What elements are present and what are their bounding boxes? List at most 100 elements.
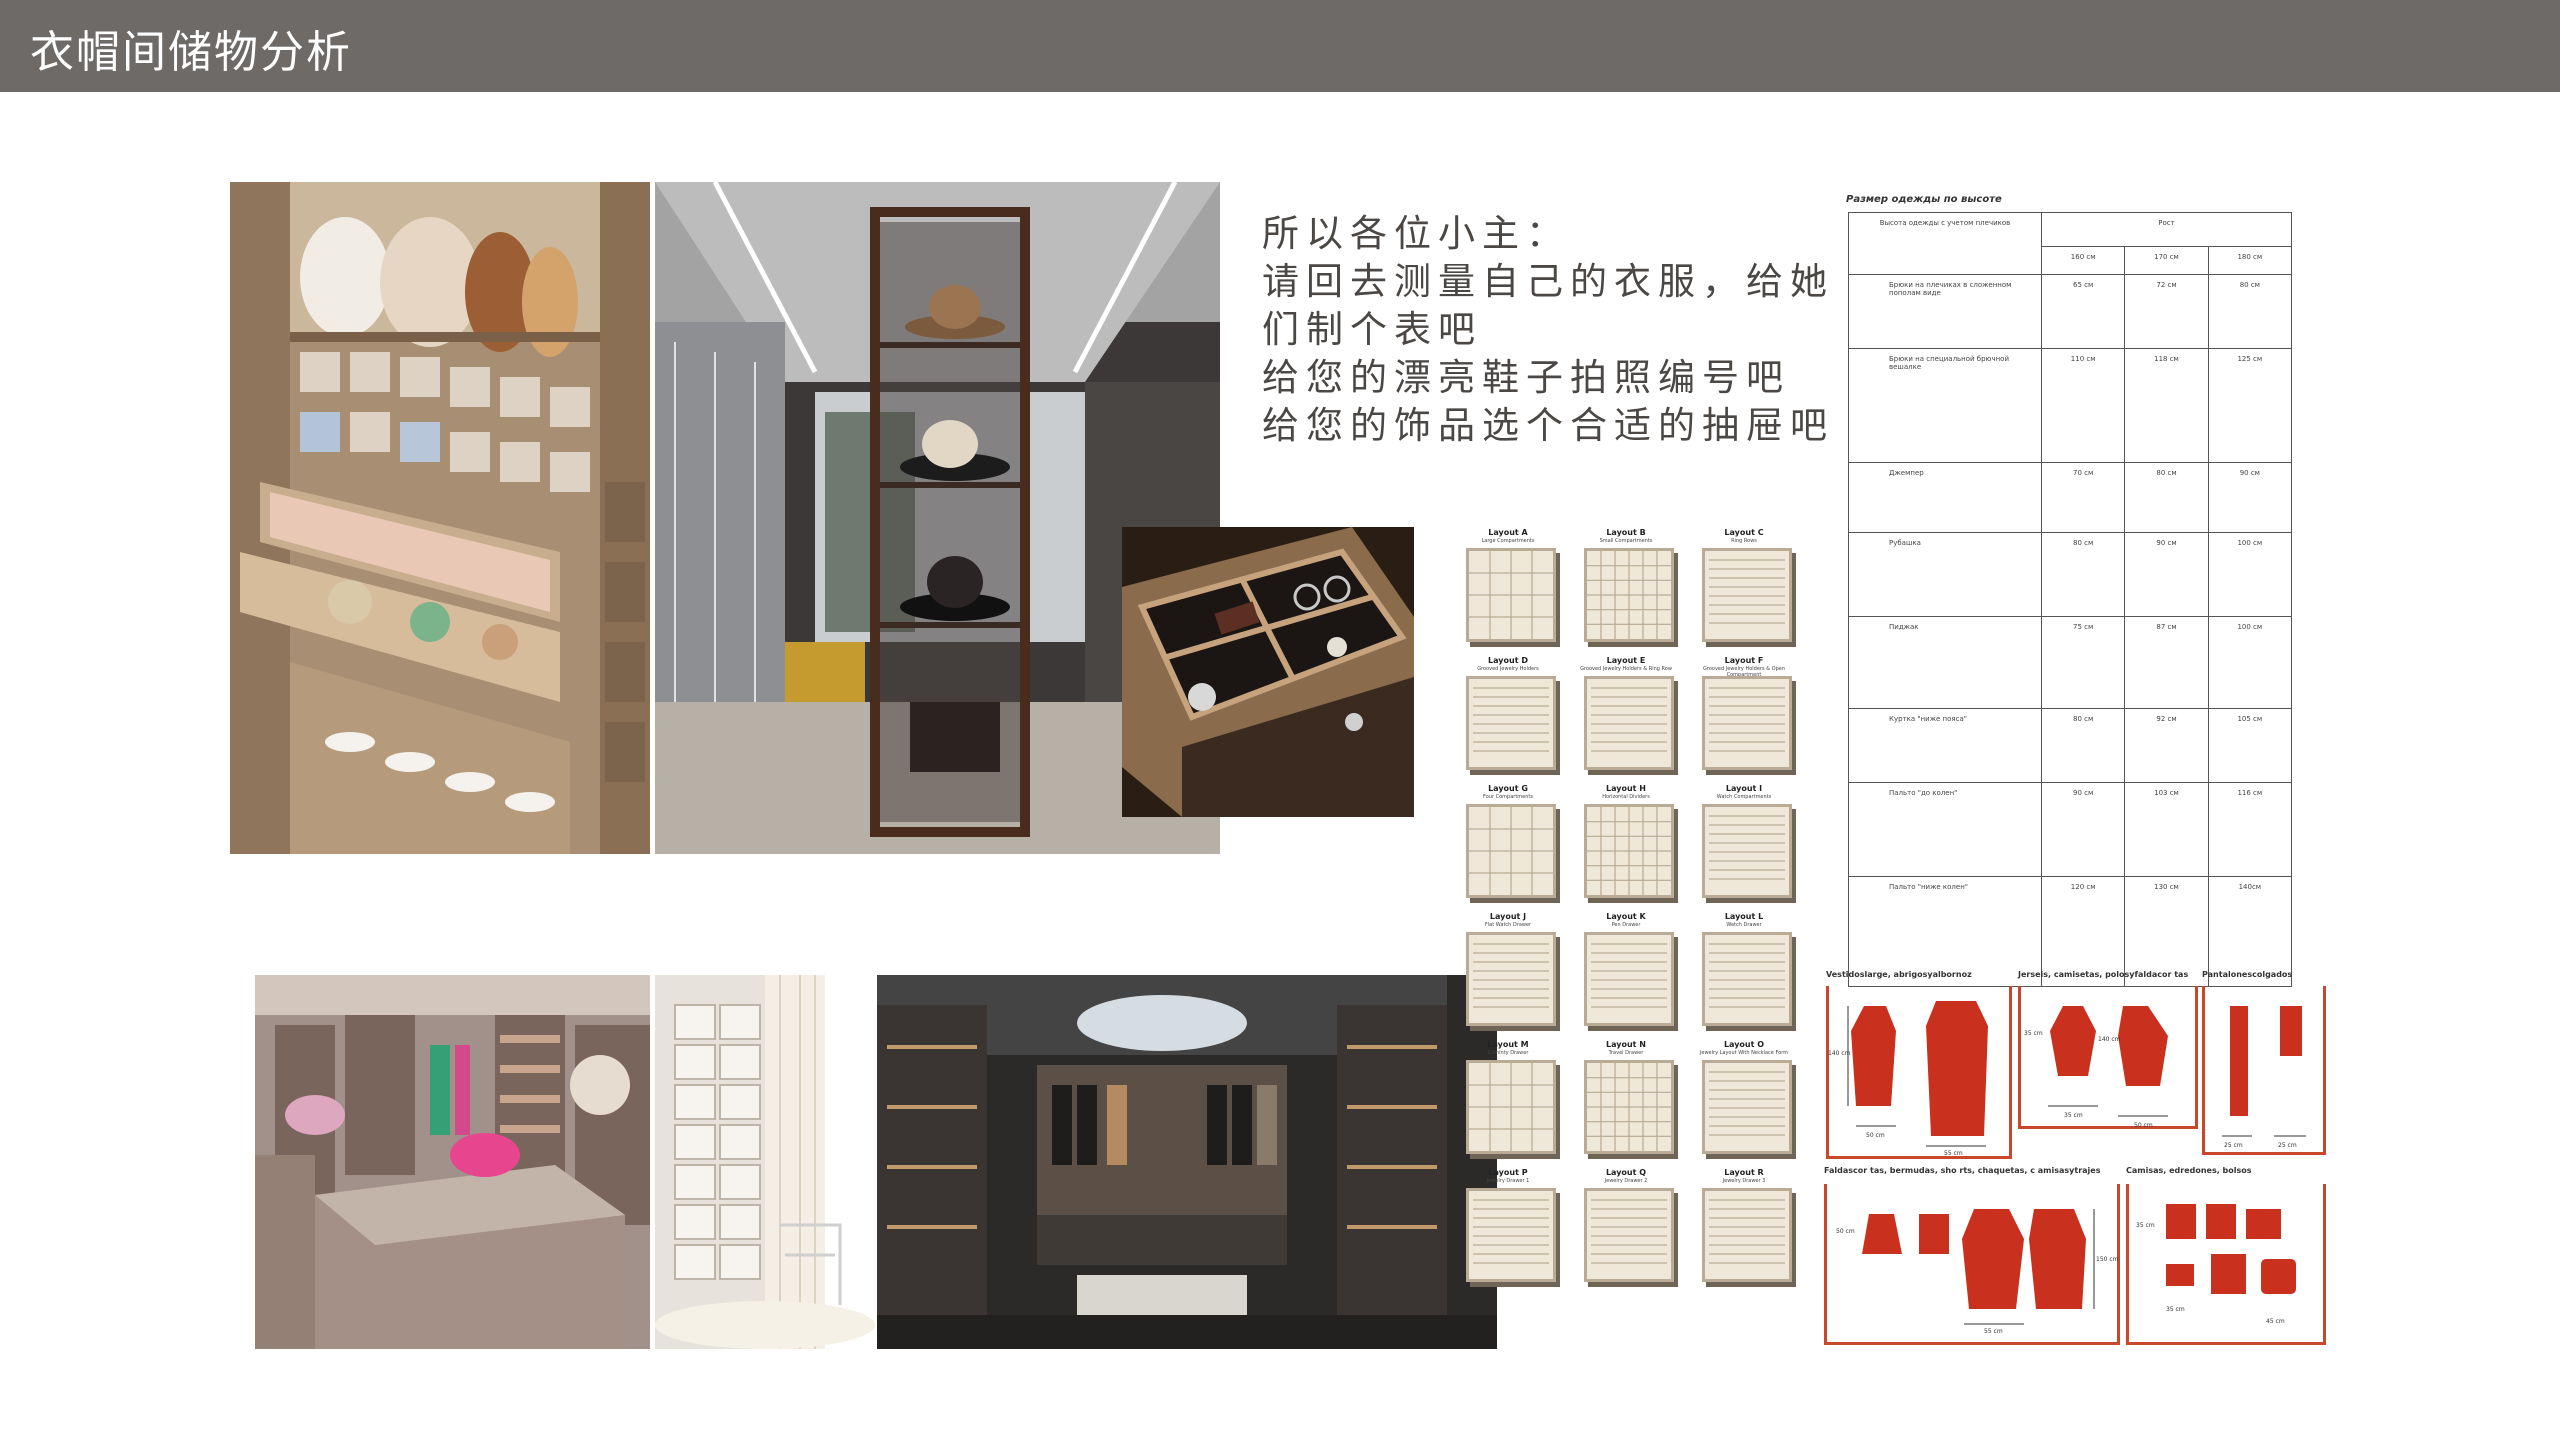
drawer-tray-illustration [1702, 804, 1792, 898]
tee-shape [2118, 1006, 2168, 1086]
skirt-shape [1862, 1214, 1902, 1254]
jacket-shape [1962, 1209, 2024, 1309]
size-value: 65 см [2040, 274, 2126, 349]
height-value: 160 см [2040, 246, 2126, 275]
drawer-layout-card: Layout Q Jewelry Drawer 2 [1570, 1168, 1682, 1292]
drawer-layout-desc: Grooved Jewelry Holders [1477, 666, 1539, 672]
drawer-tray-illustration [1584, 1060, 1674, 1154]
size-value: 118 см [2124, 348, 2209, 463]
garment-name: Джемпер [1848, 462, 2042, 533]
size-value: 80 см [2040, 532, 2126, 617]
drawer-layout-label: Layout E [1606, 656, 1646, 665]
garment-name: Рубашка [1848, 532, 2042, 617]
table-row: Джемпер 70 см 80 см 90 см [1848, 462, 2293, 533]
folded-item-shape [2166, 1264, 2194, 1286]
panel-title: Vestidoslarge, abrigosyalbornoz [1826, 970, 1972, 979]
shorts-shape [1919, 1214, 1949, 1254]
drawer-layout-label: Layout O [1723, 1040, 1765, 1049]
instruction-note: 所以各位小主： 请回去测量自己的衣服，给她 们制个表吧 给您的漂亮鞋子拍照编号吧… [1262, 210, 1834, 450]
drawer-layout-card: Layout C Ring Rows [1688, 528, 1800, 652]
height-value: 180 см [2207, 246, 2293, 275]
size-value: 125 см [2207, 348, 2293, 463]
clothing-size-table: Размер одежды по высоте Высота одежды с … [1840, 190, 2300, 987]
dimension-label: 45 cm [2266, 1318, 2285, 1325]
height-header: Рост [2041, 212, 2292, 247]
table-row: Пиджак 75 см 87 см 100 см [1848, 616, 2293, 709]
drawer-layout-card: Layout N Travel Drawer [1570, 1040, 1682, 1164]
drawer-layout-card: Layout L Watch Drawer [1688, 912, 1800, 1036]
dimension-label: 140 cm [1828, 1050, 1851, 1057]
drawer-layout-card: Layout A Large Compartments [1452, 528, 1564, 652]
dress-shape [1851, 1006, 1896, 1106]
size-value: 80 см [2207, 274, 2293, 349]
size-value: 80 см [2040, 708, 2126, 783]
drawer-layout-desc: Four Compartments [1483, 794, 1533, 800]
drawer-tray-illustration [1466, 804, 1556, 898]
drawer-layout-label: Layout J [1489, 912, 1527, 921]
garment-panel-dresses: Vestidoslarge, abrigosyalbornoz 140 cm 5… [1826, 970, 2012, 1160]
drawer-layout-desc: Ring Rows [1731, 538, 1757, 544]
note-line: 请回去测量自己的衣服，给她 [1262, 260, 1834, 303]
dimension-label: 50 cm [1836, 1228, 1855, 1235]
dimension-label: 140 cm [2098, 1036, 2121, 1043]
header-bar: 衣帽间储物分析 [0, 0, 2560, 92]
drawer-layout-desc: Pen Drawer [1611, 922, 1641, 928]
size-value: 80 см [2124, 462, 2209, 533]
table-row: Рубашка 80 см 90 см 100 см [1848, 532, 2293, 617]
garment-panel-jerseys: Jerseis, camisetas, polosyfaldacor tas 3… [2018, 970, 2198, 1160]
drawer-tray-illustration [1702, 1188, 1792, 1282]
drawer-layout-label: Layout L [1724, 912, 1764, 921]
drawer-tray-illustration [1584, 932, 1674, 1026]
trouser-short-shape [2280, 1006, 2302, 1056]
drawer-layout-card: Layout F Grooved Jewelry Holders & Open C… [1688, 656, 1800, 780]
drawer-layout-desc: Horizontal Dividers [1602, 794, 1650, 800]
drawer-layout-desc: Jewelry Drawer 2 [1604, 1178, 1648, 1184]
garment-panel-skirts-jackets: Faldascor tas, bermudas, sho rts, chaque… [1824, 1166, 2124, 1346]
size-value: 110 см [2040, 348, 2126, 463]
dimension-label: 150 cm [2096, 1256, 2119, 1263]
drawer-layout-label: Layout P [1488, 1168, 1528, 1177]
drawer-layout-desc: Small Compartments [1599, 538, 1653, 544]
drawer-layout-label: Layout K [1606, 912, 1646, 921]
drawer-tray-illustration [1584, 1188, 1674, 1282]
photo-dark-walkin-closet [877, 975, 1497, 1349]
table-row: Пальто "до колен" 90 см 103 см 116 см [1848, 782, 2293, 877]
garment-panel-trousers: Pantalonescolgados 25 cm 25 cm [2202, 970, 2326, 1160]
drawer-layout-desc: Travel Drawer [1608, 1050, 1644, 1056]
drawer-layout-label: Layout Q [1605, 1168, 1647, 1177]
drawer-layout-card: Layout J Flat Watch Drawer [1452, 912, 1564, 1036]
drawer-layout-desc: Flat Watch Drawer [1484, 922, 1532, 928]
drawer-layout-label: Layout M [1487, 1040, 1529, 1049]
drawer-layout-card: Layout M Cuminty Drawer [1452, 1040, 1564, 1164]
size-value: 90 см [2124, 532, 2209, 617]
panel-title: Camisas, edredones, bolsos [2126, 1166, 2252, 1175]
size-value: 72 см [2124, 274, 2209, 349]
bag-shape [2261, 1259, 2296, 1294]
drawer-tray-illustration [1702, 1060, 1792, 1154]
garment-panel-shirts-bags: Camisas, edredones, bolsos 35 cm 35 cm 4… [2126, 1166, 2326, 1346]
garment-name: Брюки на плечиках в сложенном пополам ви… [1848, 274, 2042, 349]
note-line: 所以各位小主： [1262, 212, 1570, 255]
photo-shoebox-wall [655, 975, 875, 1349]
dimension-label: 25 cm [2278, 1142, 2297, 1149]
size-value: 87 см [2124, 616, 2209, 709]
height-value: 170 см [2124, 246, 2209, 275]
table-row: Брюки на специальной брючной вешалке 110 … [1848, 348, 2293, 463]
drawer-layout-card: Layout O Jewelry Layout With Necklace For… [1688, 1040, 1800, 1164]
drawer-layout-grid: Layout A Large Compartments Layout B Small … [1452, 528, 1808, 1298]
panel-title: Faldascor tas, bermudas, sho rts, chaque… [1824, 1166, 2101, 1175]
drawer-layout-card: Layout G Four Compartments [1452, 784, 1564, 908]
folded-shirt-shape [2206, 1204, 2236, 1239]
drawer-layout-desc: Jewelry Layout With Necklace Form [1699, 1050, 1789, 1056]
drawer-layout-label: Layout I [1725, 784, 1763, 793]
shirt-shape [2050, 1006, 2096, 1076]
folded-item-shape [2211, 1254, 2246, 1294]
dimension-label: 35 cm [2064, 1112, 2083, 1119]
note-line: 给您的漂亮鞋子拍照编号吧 [1262, 356, 1790, 399]
drawer-layout-card: Layout B Small Compartments [1570, 528, 1682, 652]
garment-name: Пиджак [1848, 616, 2042, 709]
drawer-tray-illustration [1584, 676, 1674, 770]
drawer-layout-card: Layout K Pen Drawer [1570, 912, 1682, 1036]
drawer-tray-illustration [1584, 804, 1674, 898]
note-line: 们制个表吧 [1262, 308, 1482, 351]
